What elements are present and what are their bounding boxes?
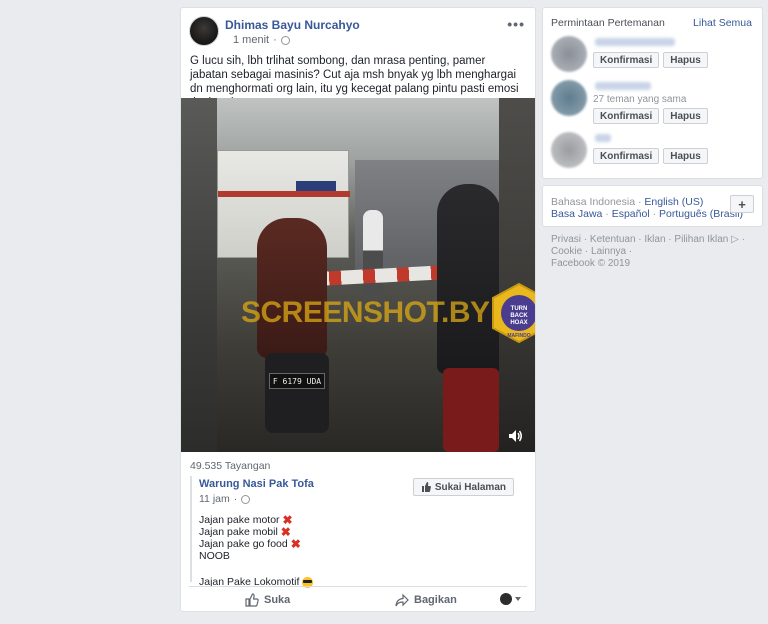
delete-button[interactable]: Hapus <box>663 52 708 68</box>
requester-name[interactable] <box>595 38 675 46</box>
chevron-down-icon <box>515 597 521 601</box>
shared-meta: 11 jam · <box>199 493 251 505</box>
friend-requests-card: Permintaan Pertemanan Lihat Semua Konfir… <box>542 7 763 179</box>
language-link[interactable]: Español <box>612 208 650 220</box>
footer-link[interactable]: Pilihan Iklan <box>674 234 728 245</box>
friend-requests-title: Permintaan Pertemanan <box>551 17 665 29</box>
user-avatar <box>500 593 512 605</box>
friend-request: 27 teman yang sama Konfirmasi Hapus <box>551 80 756 124</box>
footer-link[interactable]: Lainnya <box>591 246 626 257</box>
confirm-button[interactable]: Konfirmasi <box>593 148 660 164</box>
footer-link[interactable]: Cookie <box>551 246 582 257</box>
post-time[interactable]: 1 menit <box>233 34 269 46</box>
confirm-button[interactable]: Konfirmasi <box>593 108 660 124</box>
footer-link[interactable]: Privasi <box>551 234 581 245</box>
separator-dot: · <box>273 34 277 46</box>
svg-text:TURN: TURN <box>511 306 528 312</box>
shared-page-name[interactable]: Warung Nasi Pak Tofa <box>199 478 314 490</box>
share-button[interactable]: Bagikan <box>395 593 457 607</box>
person-image <box>363 210 383 300</box>
svg-text:HOAX: HOAX <box>510 320 527 326</box>
shared-line: Jajan pake go food ✖ <box>199 537 301 551</box>
mutual-friends[interactable]: 27 teman yang sama <box>593 94 686 105</box>
requester-avatar[interactable] <box>551 80 587 116</box>
cross-mark-icon: ✖ <box>290 537 301 551</box>
watermark-text: SCREENSHOT.BY <box>241 296 490 329</box>
copyright: Facebook © 2019 <box>551 258 631 269</box>
language-link[interactable]: Basa Jawa <box>551 208 602 220</box>
video-frame: F 6179 UDA <box>217 98 499 452</box>
view-count: 49.535 Tayangan <box>190 460 271 472</box>
language-link[interactable]: English (US) <box>644 196 703 208</box>
footer-row: Cookie · Lainnya · <box>551 246 633 257</box>
current-language: Bahasa Indonesia <box>551 196 636 208</box>
shared-time[interactable]: 11 jam <box>199 493 230 505</box>
globe-icon[interactable] <box>241 494 251 504</box>
like-page-button[interactable]: Sukai Halaman <box>412 478 514 496</box>
thumbs-up-icon <box>421 482 431 492</box>
friend-request: Konfirmasi Hapus <box>551 36 756 76</box>
requester-avatar[interactable] <box>551 132 587 168</box>
truck-stripe <box>218 191 350 197</box>
add-language-button[interactable]: + <box>730 195 754 213</box>
friend-request: Konfirmasi Hapus <box>551 132 756 172</box>
shared-post: Warung Nasi Pak Tofa 11 jam · Sukai Hala… <box>190 476 528 588</box>
requester-name[interactable] <box>595 82 651 90</box>
confirm-button[interactable]: Konfirmasi <box>593 52 660 68</box>
request-buttons: Konfirmasi Hapus <box>593 52 708 68</box>
shared-text: Jajan pake motor ✖ Jajan pake mobil ✖ Jaja… <box>199 513 314 588</box>
author-name[interactable]: Dhimas Bayu Nurcahyo <box>225 18 360 32</box>
action-bar: Suka Bagikan <box>189 586 527 612</box>
volume-icon[interactable] <box>507 428 523 444</box>
more-options-icon[interactable]: ••• <box>507 16 525 32</box>
request-buttons: Konfirmasi Hapus <box>593 148 708 164</box>
license-plate: F 6179 UDA <box>269 373 325 389</box>
footer-link[interactable]: Ketentuan <box>590 234 636 245</box>
post-header: Dhimas Bayu Nurcahyo 1 menit · ••• <box>189 16 527 48</box>
post-card: Dhimas Bayu Nurcahyo 1 menit · ••• G luc… <box>180 7 536 612</box>
language-row: Bahasa Indonesia · English (US) <box>551 196 704 208</box>
requester-avatar[interactable] <box>551 36 587 72</box>
motorbike-left <box>265 353 329 433</box>
shared-line: Jajan pake motor ✖ <box>199 513 293 527</box>
turnbackhoax-logo: TURN BACK HOAX MAFINDO <box>492 282 535 344</box>
footer-links: Privasi · Ketentuan · Iklan · Pilihan Ik… <box>551 234 761 270</box>
rider-right <box>437 184 499 374</box>
video-player[interactable]: F 6179 UDA SCREENSHOT.BY TURN BACK HOAX … <box>181 98 535 452</box>
share-arrow-icon <box>395 593 409 607</box>
languages-card: Bahasa Indonesia · English (US) Basa Jaw… <box>542 185 763 227</box>
globe-icon[interactable] <box>280 35 290 45</box>
delete-button[interactable]: Hapus <box>663 148 708 164</box>
video-blur-right <box>499 98 535 452</box>
author-avatar[interactable] <box>189 16 219 46</box>
like-button[interactable]: Suka <box>245 593 290 607</box>
motorbike-right <box>443 368 499 452</box>
rider-left <box>257 218 327 358</box>
svg-text:MAFINDO: MAFINDO <box>507 333 530 339</box>
language-row: Basa Jawa · Español · Português (Brasil) <box>551 208 744 220</box>
share-label: Bagikan <box>414 594 457 606</box>
svg-text:BACK: BACK <box>510 313 528 319</box>
like-label: Suka <box>264 594 291 606</box>
shared-line: NOOB <box>199 550 230 562</box>
cross-mark-icon: ✖ <box>280 525 291 539</box>
thumbs-up-icon <box>245 593 259 607</box>
post-meta: 1 menit · <box>233 34 290 46</box>
request-buttons: Konfirmasi Hapus <box>593 108 708 124</box>
separator-dot: · <box>233 493 238 505</box>
footer-link[interactable]: Iklan <box>644 234 665 245</box>
ad-choices-icon[interactable]: ▷ <box>731 234 739 245</box>
requester-name[interactable] <box>595 134 611 142</box>
video-blur-left <box>181 98 217 452</box>
see-all-link[interactable]: Lihat Semua <box>693 17 752 29</box>
like-page-label: Sukai Halaman <box>434 481 506 493</box>
delete-button[interactable]: Hapus <box>663 108 708 124</box>
footer-row: Privasi · Ketentuan · Iklan · Pilihan Ik… <box>551 234 745 245</box>
truck-plate <box>296 181 336 191</box>
post-as-selector[interactable] <box>500 593 521 605</box>
